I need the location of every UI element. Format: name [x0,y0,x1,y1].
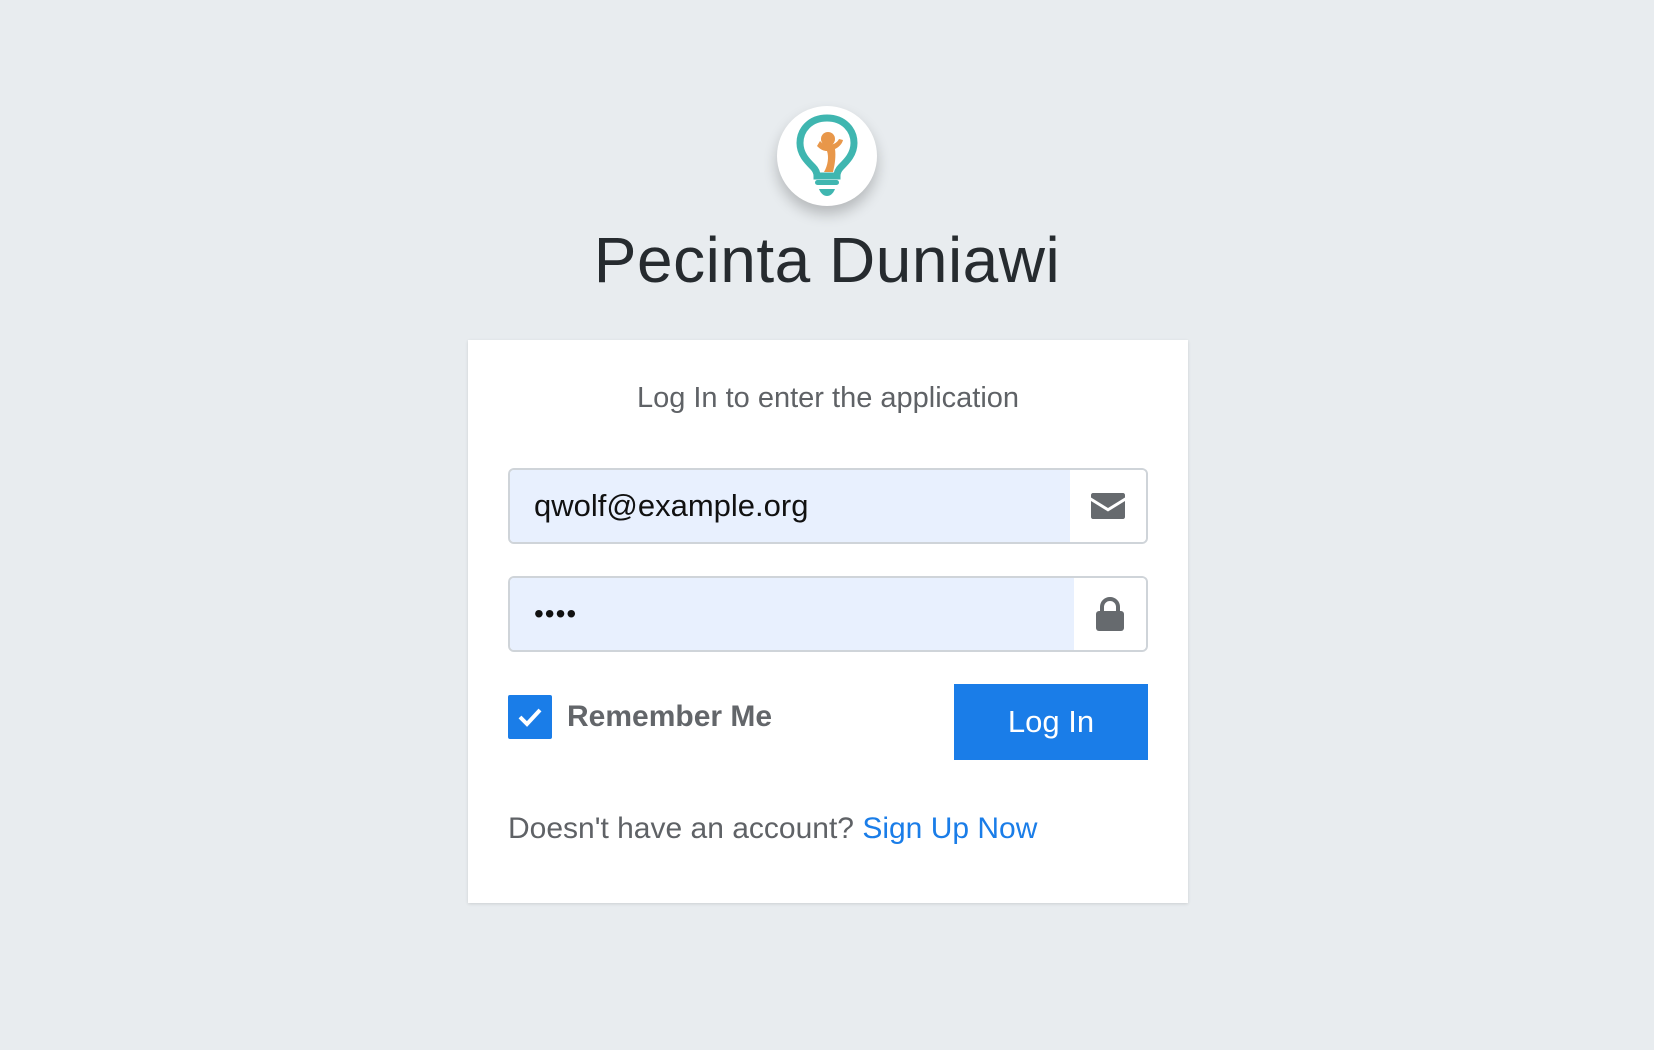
remember-me-checkbox[interactable] [508,695,552,739]
password-addon [1074,578,1146,650]
email-addon [1070,470,1146,542]
envelope-icon [1091,493,1125,519]
lightbulb-person-logo-icon [796,114,858,196]
brand-header: Pecinta Duniawi [0,106,1654,300]
password-field-group [508,576,1148,652]
password-input[interactable] [510,578,1074,650]
login-card: Log In to enter the application Remember… [468,340,1188,903]
signup-link[interactable]: Sign Up Now [862,812,1037,845]
checkmark-icon [518,708,542,727]
email-field-group [508,468,1148,544]
app-logo [777,106,877,206]
signup-prompt: Doesn't have an account? [508,812,854,845]
lock-icon [1096,597,1124,631]
login-subtitle: Log In to enter the application [636,382,1020,414]
app-title: Pecinta Duniawi [593,224,1061,296]
remember-me[interactable]: Remember Me [508,695,772,739]
login-button[interactable]: Log In [954,684,1148,760]
email-input[interactable] [510,470,1070,542]
remember-me-label: Remember Me [567,700,773,733]
signup-row: Doesn't have an account? Sign Up Now [508,812,1037,846]
